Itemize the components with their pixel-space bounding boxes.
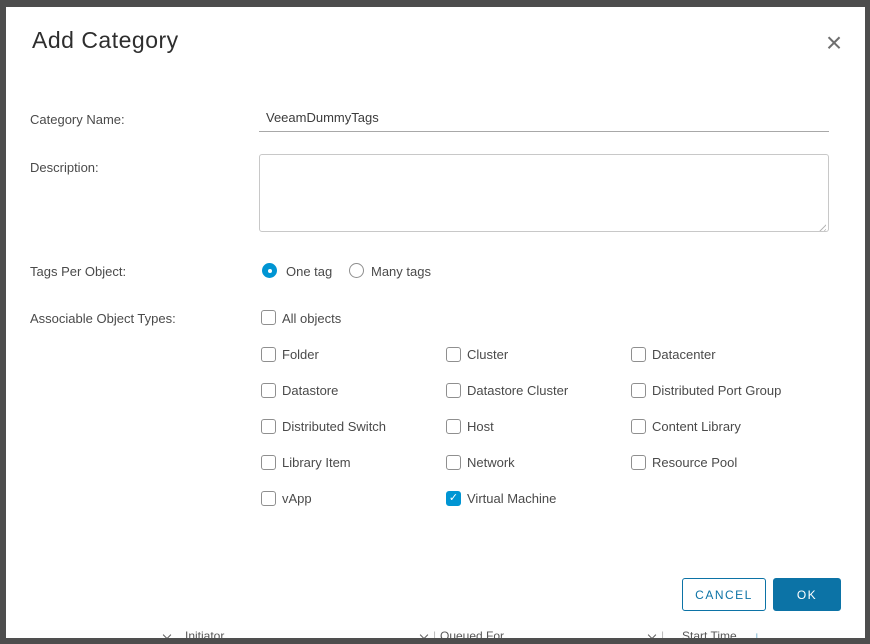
column-separator: | xyxy=(661,630,664,638)
checkbox-cluster[interactable] xyxy=(446,347,461,362)
checkbox-distributed-port-group[interactable] xyxy=(631,383,646,398)
column-header-start-time: Start Time xyxy=(682,630,737,638)
checkbox-datastore-cluster-label: Datastore Cluster xyxy=(467,383,568,398)
screenshot-frame: Add Category × Category Name: Descriptio… xyxy=(0,0,870,644)
checkbox-datastore-cluster[interactable] xyxy=(446,383,461,398)
checkbox-all-objects-label: All objects xyxy=(282,311,341,326)
category-name-input[interactable] xyxy=(259,105,829,132)
checkbox-network-label: Network xyxy=(467,455,515,470)
checkbox-datacenter[interactable] xyxy=(631,347,646,362)
add-category-dialog: Add Category × Category Name: Descriptio… xyxy=(6,7,865,630)
checkbox-datacenter-label: Datacenter xyxy=(652,347,716,362)
tags-per-object-label: Tags Per Object: xyxy=(30,264,126,279)
category-name-label: Category Name: xyxy=(30,112,125,127)
checkbox-distributed-port-group-label: Distributed Port Group xyxy=(652,383,781,398)
checkbox-library-item-label: Library Item xyxy=(282,455,351,470)
description-label: Description: xyxy=(30,160,99,175)
checkbox-host-label: Host xyxy=(467,419,494,434)
chevron-down-icon xyxy=(648,631,656,638)
radio-many-tags-label: Many tags xyxy=(371,264,431,279)
radio-one-tag[interactable] xyxy=(262,263,277,278)
checkbox-host[interactable] xyxy=(446,419,461,434)
checkbox-all-objects[interactable] xyxy=(261,310,276,325)
ok-button[interactable]: OK xyxy=(773,578,841,611)
sort-descending-icon: ↓ xyxy=(754,630,760,638)
checkbox-vapp-label: vApp xyxy=(282,491,312,506)
background-table-header: Initiator | Queued For | Start Time ↓ xyxy=(6,630,865,638)
checkbox-folder[interactable] xyxy=(261,347,276,362)
checkbox-datastore[interactable] xyxy=(261,383,276,398)
column-header-initiator: Initiator xyxy=(185,630,224,638)
checkbox-content-library[interactable] xyxy=(631,419,646,434)
checkbox-resource-pool-label: Resource Pool xyxy=(652,455,737,470)
column-separator: | xyxy=(433,630,436,638)
radio-many-tags[interactable] xyxy=(349,263,364,278)
checkbox-datastore-label: Datastore xyxy=(282,383,338,398)
associable-object-types-label: Associable Object Types: xyxy=(30,311,176,326)
description-textarea[interactable] xyxy=(259,154,829,232)
chevron-down-icon xyxy=(163,631,171,638)
checkbox-virtual-machine[interactable]: ✓ xyxy=(446,491,461,506)
checkbox-distributed-switch-label: Distributed Switch xyxy=(282,419,386,434)
checkbox-folder-label: Folder xyxy=(282,347,319,362)
cancel-button[interactable]: CANCEL xyxy=(682,578,766,611)
checkbox-content-library-label: Content Library xyxy=(652,419,741,434)
checkbox-resource-pool[interactable] xyxy=(631,455,646,470)
radio-one-tag-label: One tag xyxy=(286,264,332,279)
checkbox-library-item[interactable] xyxy=(261,455,276,470)
chevron-down-icon xyxy=(420,631,428,638)
checkbox-network[interactable] xyxy=(446,455,461,470)
close-icon[interactable]: × xyxy=(818,27,850,59)
checkbox-vapp[interactable] xyxy=(261,491,276,506)
check-icon: ✓ xyxy=(447,492,460,505)
checkbox-distributed-switch[interactable] xyxy=(261,419,276,434)
dialog-title: Add Category xyxy=(32,27,179,54)
checkbox-virtual-machine-label: Virtual Machine xyxy=(467,491,556,506)
checkbox-cluster-label: Cluster xyxy=(467,347,508,362)
column-header-queued-for: Queued For xyxy=(440,630,504,638)
